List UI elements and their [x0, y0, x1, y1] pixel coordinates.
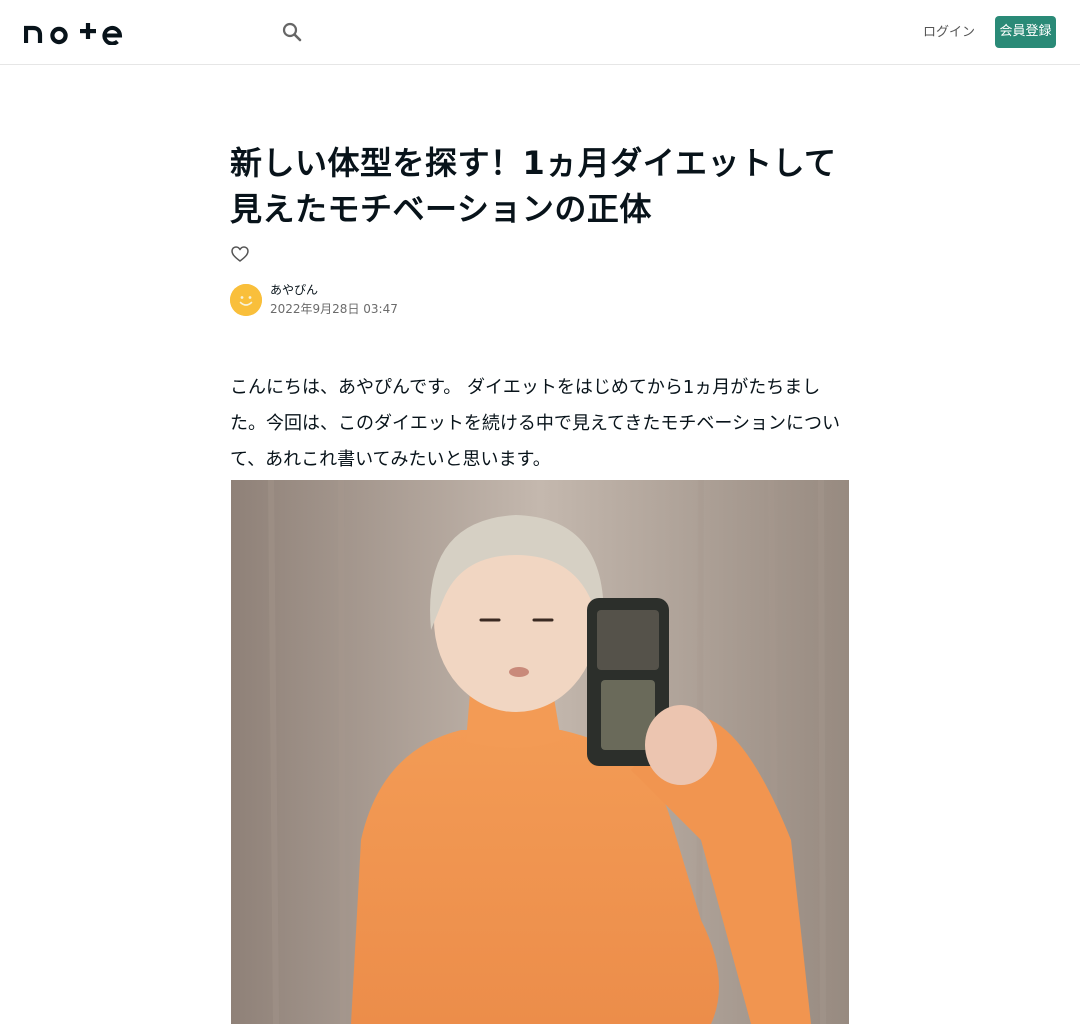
author-name[interactable]: あやぴん [270, 282, 398, 298]
article-photo-image [231, 480, 849, 1024]
article-photo [231, 480, 849, 1024]
site-header: ログイン 会員登録 [0, 0, 1080, 65]
login-link[interactable]: ログイン [920, 22, 978, 44]
note-logo-mark [24, 23, 123, 45]
like-button[interactable] [230, 244, 250, 264]
signup-button[interactable]: 会員登録 [995, 16, 1056, 48]
article-title: 新しい体型を探す！1ヵ月ダイエットして見えたモチベーションの正体 [230, 144, 837, 228]
heart-outline-icon [231, 246, 249, 262]
author-block: あやぴん 2022年9月28日 03:47 [230, 282, 398, 318]
note-logo[interactable] [24, 18, 124, 46]
article-lead: こんにちは、あやぴんです。 ダイエットをはじめてから1ヵ月がたちました。今回は、… [230, 377, 841, 470]
article: 新しい体型を探す！1ヵ月ダイエットして見えたモチベーションの正体 あやぴん 20… [230, 140, 850, 1024]
search-icon [282, 22, 302, 42]
author-info: あやぴん 2022年9月28日 03:47 [270, 282, 398, 318]
avatar[interactable] [230, 284, 262, 316]
search-button[interactable] [280, 20, 304, 44]
post-date: 2022年9月28日 03:47 [270, 302, 398, 316]
smiley-icon [230, 284, 262, 316]
